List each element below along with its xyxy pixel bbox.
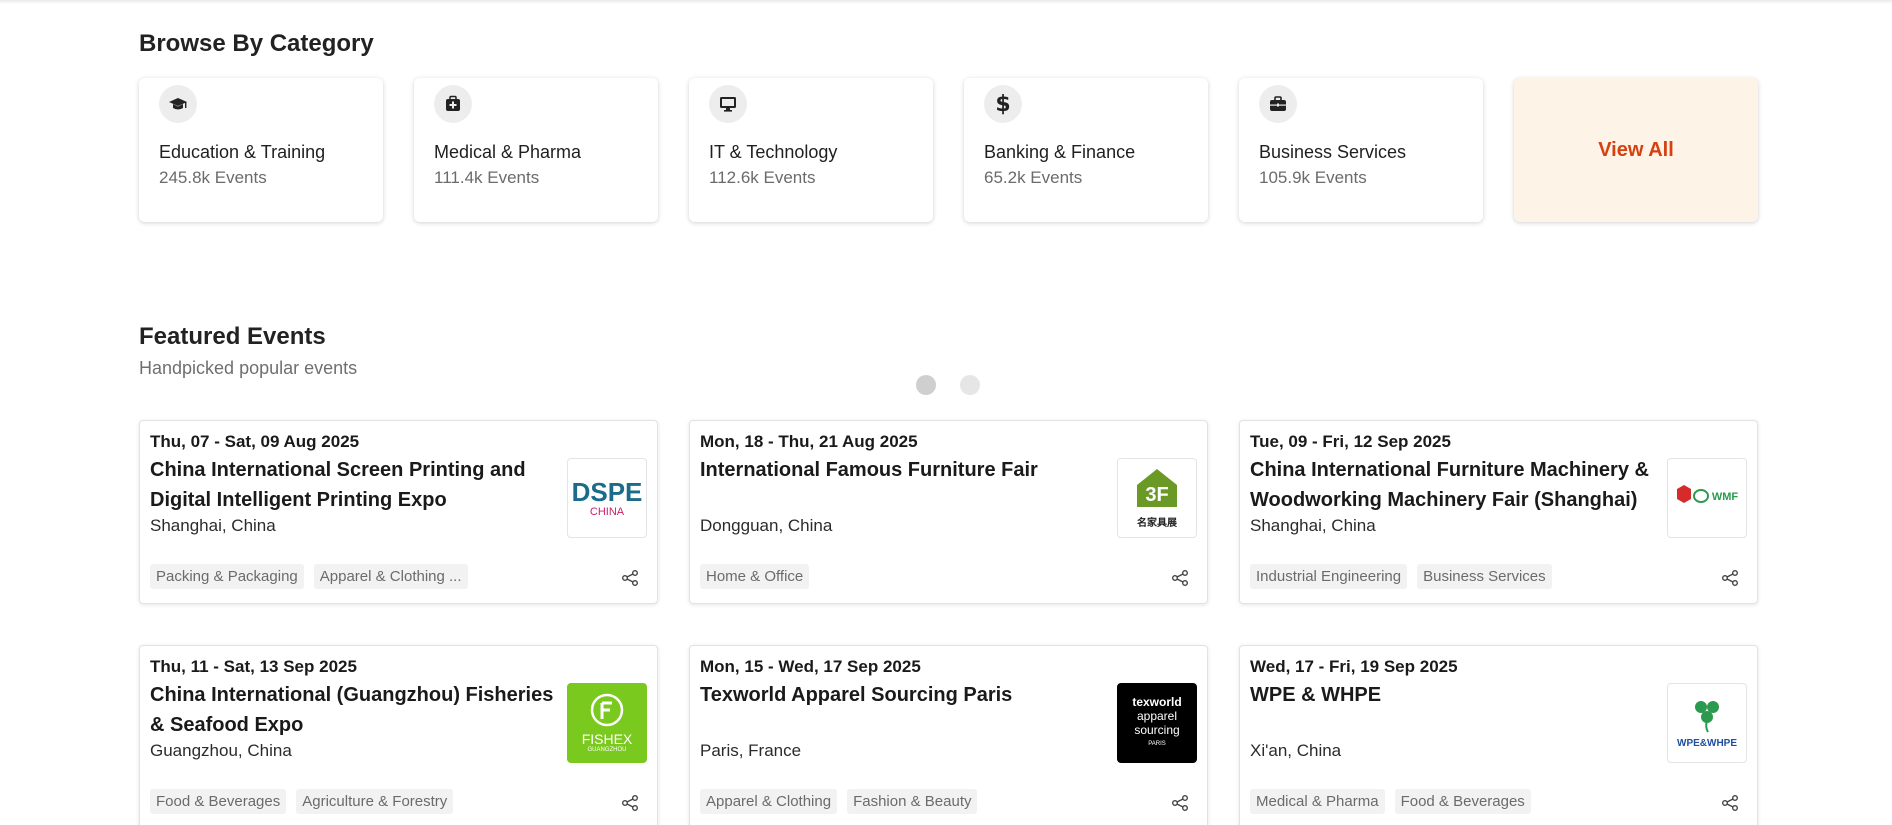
event-date: Wed, 17 - Fri, 19 Sep 2025: [1250, 657, 1458, 676]
category-count: 112.6k Events: [709, 168, 816, 187]
logo-text: FISHEX: [581, 731, 633, 747]
share-icon[interactable]: [1171, 569, 1189, 587]
event-logo: texworld apparel sourcing PARIS: [1117, 683, 1197, 763]
category-count: 245.8k Events: [159, 168, 267, 187]
event-tag[interactable]: Business Services: [1417, 564, 1552, 589]
event-tag[interactable]: Agriculture & Forestry: [296, 789, 454, 814]
event-tags: Packing & Packaging Apparel & Clothing .…: [150, 564, 468, 589]
event-title[interactable]: Texworld Apparel Sourcing Paris: [700, 680, 1105, 710]
event-logo: WPE&WHPE: [1667, 683, 1747, 763]
event-date: Thu, 07 - Sat, 09 Aug 2025: [150, 432, 360, 451]
event-location: Xi'an, China: [1250, 741, 1342, 760]
event-location: Dongguan, China: [700, 516, 833, 535]
header-shadow: [0, 0, 1892, 4]
event-tag[interactable]: Medical & Pharma: [1250, 789, 1385, 814]
event-tag[interactable]: Fashion & Beauty: [847, 789, 978, 814]
share-icon[interactable]: [1721, 569, 1739, 587]
graduation-cap-icon: [159, 85, 197, 123]
category-card-education[interactable]: Education & Training 245.8k Events: [139, 78, 383, 222]
browse-category-title: Browse By Category: [139, 30, 374, 57]
event-tags: Apparel & Clothing Fashion & Beauty: [700, 789, 978, 814]
event-logo: WMF: [1667, 458, 1747, 538]
category-count: 105.9k Events: [1259, 168, 1367, 187]
event-tag[interactable]: Apparel & Clothing: [700, 789, 838, 814]
event-title[interactable]: China International Screen Printing and …: [150, 455, 555, 515]
event-tag[interactable]: Industrial Engineering: [1250, 564, 1408, 589]
featured-events-subtitle: Handpicked popular events: [139, 358, 358, 378]
logo-subtext: PARIS: [1148, 741, 1166, 747]
event-title[interactable]: China International (Guangzhou) Fisherie…: [150, 680, 555, 740]
category-name: IT & Technology: [709, 142, 838, 162]
event-date: Mon, 18 - Thu, 21 Aug 2025: [700, 432, 918, 451]
event-card[interactable]: Mon, 15 - Wed, 17 Sep 2025 Texworld Appa…: [689, 645, 1208, 825]
event-card[interactable]: Thu, 07 - Sat, 09 Aug 2025 China Interna…: [139, 420, 658, 604]
logo-subtext: GUANGZHOU: [587, 747, 627, 753]
event-date: Mon, 15 - Wed, 17 Sep 2025: [700, 657, 921, 676]
logo-text: sourcing: [1134, 723, 1180, 737]
event-tags: Industrial Engineering Business Services: [1250, 564, 1552, 589]
event-card[interactable]: Tue, 09 - Fri, 12 Sep 2025 China Interna…: [1239, 420, 1758, 604]
event-date: Thu, 11 - Sat, 13 Sep 2025: [150, 657, 357, 676]
event-date: Tue, 09 - Fri, 12 Sep 2025: [1250, 432, 1451, 451]
share-icon[interactable]: [1171, 794, 1189, 812]
category-count: 111.4k Events: [434, 168, 540, 187]
monitor-icon: [709, 85, 747, 123]
share-icon[interactable]: [1721, 794, 1739, 812]
event-tags: Food & Beverages Agriculture & Forestry: [150, 789, 454, 814]
logo-text: DSPE: [571, 477, 643, 507]
logo-subtext: 名家具展: [1137, 518, 1177, 529]
logo-text: WPE&WHPE: [1677, 738, 1737, 749]
category-name: Medical & Pharma: [434, 142, 582, 162]
event-title[interactable]: China International Furniture Machinery …: [1250, 455, 1655, 515]
carousel-dot-2[interactable]: [960, 375, 980, 395]
logo-text: 3F: [1145, 484, 1168, 506]
event-card[interactable]: Wed, 17 - Fri, 19 Sep 2025 WPE & WHPE Xi…: [1239, 645, 1758, 825]
event-card[interactable]: Thu, 11 - Sat, 13 Sep 2025 China Interna…: [139, 645, 658, 825]
category-card-business[interactable]: Business Services 105.9k Events: [1239, 78, 1483, 222]
event-logo: FISHEX GUANGZHOU: [567, 683, 647, 763]
event-logo: DSPE CHINA: [567, 458, 647, 538]
logo-text: texworld: [1132, 695, 1182, 709]
event-location: Paris, France: [700, 741, 802, 760]
logo-subtext: CHINA: [589, 506, 625, 518]
category-name: Education & Training: [159, 142, 326, 162]
medical-kit-icon: [434, 85, 472, 123]
event-logo: 3F 名家具展: [1117, 458, 1197, 538]
category-card-it[interactable]: IT & Technology 112.6k Events: [689, 78, 933, 222]
event-tag[interactable]: Packing & Packaging: [150, 564, 304, 589]
event-tag[interactable]: Apparel & Clothing ...: [313, 564, 468, 589]
dollar-icon: $: [984, 85, 1022, 123]
category-row: Education & Training 245.8k Events Medic…: [139, 78, 1759, 222]
event-tag[interactable]: Food & Beverages: [1394, 789, 1531, 814]
event-location: Shanghai, China: [150, 516, 276, 535]
event-tags: Medical & Pharma Food & Beverages: [1250, 789, 1531, 814]
category-card-banking[interactable]: $ Banking & Finance 65.2k Events: [964, 78, 1208, 222]
event-location: Guangzhou, China: [150, 741, 292, 760]
event-tag[interactable]: Home & Office: [700, 564, 810, 589]
category-name: Banking & Finance: [984, 142, 1136, 162]
event-title[interactable]: WPE & WHPE: [1250, 680, 1655, 710]
event-title[interactable]: International Famous Furniture Fair: [700, 455, 1105, 485]
briefcase-icon: [1259, 85, 1297, 123]
share-icon[interactable]: [621, 794, 639, 812]
logo-text: WMF: [1712, 491, 1739, 503]
view-all-label: View All: [1598, 138, 1674, 161]
event-tags: Home & Office: [700, 564, 810, 589]
event-location: Shanghai, China: [1250, 516, 1376, 535]
category-name: Business Services: [1259, 142, 1407, 162]
category-card-medical[interactable]: Medical & Pharma 111.4k Events: [414, 78, 658, 222]
logo-text: apparel: [1136, 709, 1178, 723]
share-icon[interactable]: [621, 569, 639, 587]
featured-events-title: Featured Events: [139, 323, 326, 350]
view-all-categories-button[interactable]: View All: [1514, 78, 1758, 222]
category-count: 65.2k Events: [984, 168, 1083, 187]
carousel-dot-1[interactable]: [916, 375, 936, 395]
event-tag[interactable]: Food & Beverages: [150, 789, 287, 814]
event-card[interactable]: Mon, 18 - Thu, 21 Aug 2025 International…: [689, 420, 1208, 604]
